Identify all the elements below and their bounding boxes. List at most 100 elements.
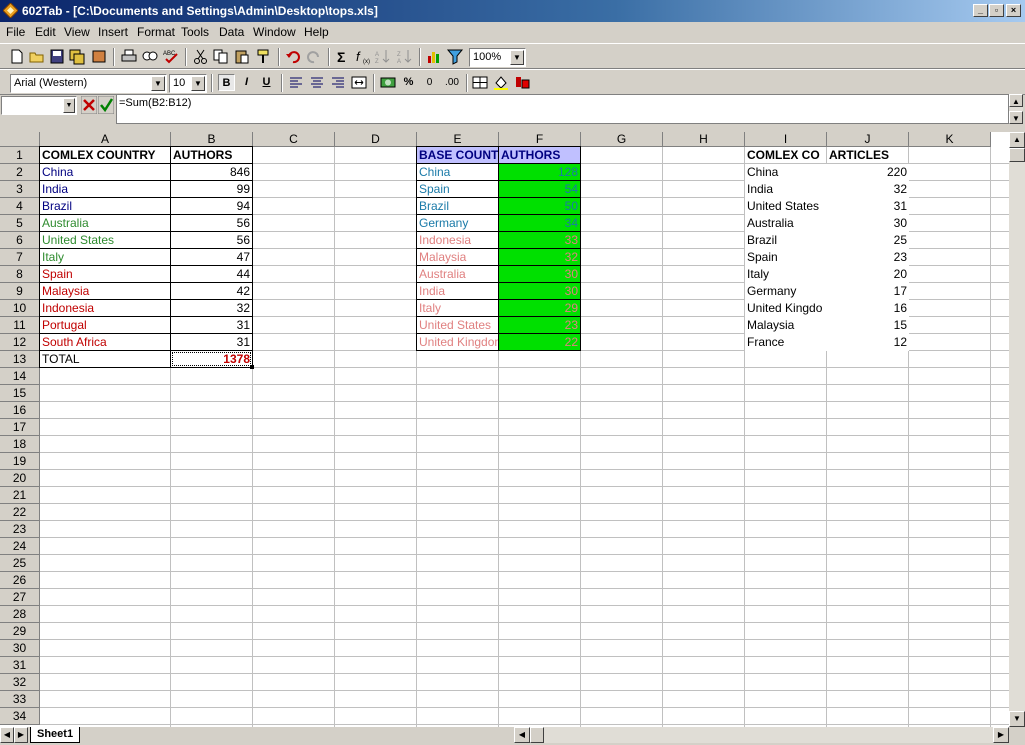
row-header[interactable]: 24	[0, 538, 40, 555]
menu-tools[interactable]: Tools	[181, 25, 209, 39]
fill-handle[interactable]	[250, 365, 254, 369]
row-header[interactable]: 19	[0, 453, 40, 470]
value-cell[interactable]: 31	[170, 316, 253, 334]
row-header[interactable]: 21	[0, 487, 40, 504]
country-cell[interactable]: China	[416, 163, 499, 181]
value-cell[interactable]: 31	[170, 333, 253, 351]
country-cell[interactable]: Brazil	[39, 197, 171, 215]
row-header[interactable]: 25	[0, 555, 40, 572]
column-header[interactable]: I	[745, 132, 827, 147]
minimize-button[interactable]: _	[973, 4, 988, 17]
value-cell[interactable]: 12	[827, 334, 909, 351]
bold-button[interactable]: B	[218, 74, 235, 91]
header-cell[interactable]: BASE COUNTRY	[416, 146, 499, 164]
value-cell[interactable]: 50	[498, 197, 581, 215]
column-header[interactable]: D	[335, 132, 417, 147]
row-header[interactable]: 2	[0, 164, 40, 181]
country-cell[interactable]: Malaysia	[416, 248, 499, 266]
row-header[interactable]: 8	[0, 266, 40, 283]
row-header[interactable]: 27	[0, 589, 40, 606]
value-cell[interactable]: 47	[170, 248, 253, 266]
row-header[interactable]: 22	[0, 504, 40, 521]
value-cell[interactable]: 56	[170, 231, 253, 249]
country-cell[interactable]: Indonesia	[416, 231, 499, 249]
select-all-corner[interactable]	[0, 132, 40, 147]
value-cell[interactable]: 846	[170, 163, 253, 181]
chevron-down-icon[interactable]: ▼	[63, 98, 75, 113]
close-button[interactable]: ×	[1006, 4, 1021, 17]
value-cell[interactable]: 23	[498, 316, 581, 334]
restore-button[interactable]: ▫	[989, 4, 1004, 17]
format-painter-icon[interactable]	[254, 48, 272, 65]
row-header[interactable]: 10	[0, 300, 40, 317]
cut-icon[interactable]	[192, 48, 210, 65]
font-color-icon[interactable]	[513, 74, 531, 91]
percent-button[interactable]: %	[400, 74, 417, 91]
header-cell[interactable]: COMLEX COUNTRY	[39, 146, 171, 164]
horizontal-scrollbar[interactable]: ◀ ▶	[514, 727, 1009, 743]
value-cell[interactable]: 34	[498, 214, 581, 232]
row-header[interactable]: 12	[0, 334, 40, 351]
row-header[interactable]: 15	[0, 385, 40, 402]
scroll-up-icon[interactable]: ▲	[1009, 132, 1025, 148]
zoom-select[interactable]: 100% ▼	[469, 48, 526, 67]
align-right-icon[interactable]	[329, 74, 347, 91]
value-cell[interactable]: 99	[170, 180, 253, 198]
row-header[interactable]: 34	[0, 708, 40, 725]
country-cell[interactable]: China	[745, 164, 827, 181]
country-cell[interactable]: Portugal	[39, 316, 171, 334]
value-cell[interactable]: 25	[827, 232, 909, 249]
name-box[interactable]: ▼	[1, 96, 77, 115]
value-cell[interactable]: 23	[827, 249, 909, 266]
formula-input[interactable]: =Sum(B2:B12)	[116, 94, 1009, 124]
font-select[interactable]: Arial (Western) ▼	[10, 74, 167, 93]
country-cell[interactable]: Germany	[416, 214, 499, 232]
country-cell[interactable]: Australia	[745, 215, 827, 232]
country-cell[interactable]: Germany	[745, 283, 827, 300]
paste-icon[interactable]	[233, 48, 251, 65]
value-cell[interactable]: 30	[827, 215, 909, 232]
menu-format[interactable]: Format	[137, 25, 175, 39]
value-cell[interactable]: 30	[498, 282, 581, 300]
spellcheck-icon[interactable]: ABC	[162, 48, 180, 65]
value-cell[interactable]: 128	[498, 163, 581, 181]
country-cell[interactable]: Brazil	[416, 197, 499, 215]
scroll-left-icon[interactable]: ◀	[514, 727, 530, 743]
header-cell[interactable]: ARTICLES	[827, 147, 909, 164]
value-cell[interactable]: 33	[498, 231, 581, 249]
redo-icon[interactable]	[305, 48, 323, 65]
chart-icon[interactable]	[425, 48, 443, 65]
value-cell[interactable]: 32	[170, 299, 253, 317]
menu-data[interactable]: Data	[219, 25, 244, 39]
country-cell[interactable]: Italy	[39, 248, 171, 266]
country-cell[interactable]: Spain	[745, 249, 827, 266]
country-cell[interactable]: Australia	[39, 214, 171, 232]
row-header[interactable]: 1	[0, 147, 40, 164]
row-header[interactable]: 17	[0, 419, 40, 436]
underline-button[interactable]: U	[258, 74, 275, 91]
value-cell[interactable]: 44	[170, 265, 253, 283]
value-cell[interactable]: 17	[827, 283, 909, 300]
menu-insert[interactable]: Insert	[98, 25, 128, 39]
chevron-down-icon[interactable]: ▼	[151, 76, 165, 91]
value-cell[interactable]: 30	[498, 265, 581, 283]
country-cell[interactable]: United Kingdom	[416, 333, 499, 351]
column-header[interactable]: B	[171, 132, 253, 147]
row-header[interactable]: 23	[0, 521, 40, 538]
column-header[interactable]: J	[827, 132, 909, 147]
country-cell[interactable]: Spain	[416, 180, 499, 198]
row-header[interactable]: 20	[0, 470, 40, 487]
value-cell[interactable]: 29	[498, 299, 581, 317]
country-cell[interactable]: China	[39, 163, 171, 181]
save-all-icon[interactable]	[68, 48, 86, 65]
country-cell[interactable]: Brazil	[745, 232, 827, 249]
row-header[interactable]: 5	[0, 215, 40, 232]
print-icon[interactable]	[120, 48, 138, 65]
sort-descending-icon[interactable]: ZA	[396, 48, 414, 65]
country-cell[interactable]: Malaysia	[745, 317, 827, 334]
first-sheet-icon[interactable]: ◀	[0, 727, 14, 743]
formula-scrollbar[interactable]: ▲ ▼	[1009, 94, 1023, 124]
scroll-thumb[interactable]	[530, 727, 544, 743]
italic-button[interactable]: I	[238, 74, 255, 91]
scroll-thumb[interactable]	[1009, 148, 1025, 162]
